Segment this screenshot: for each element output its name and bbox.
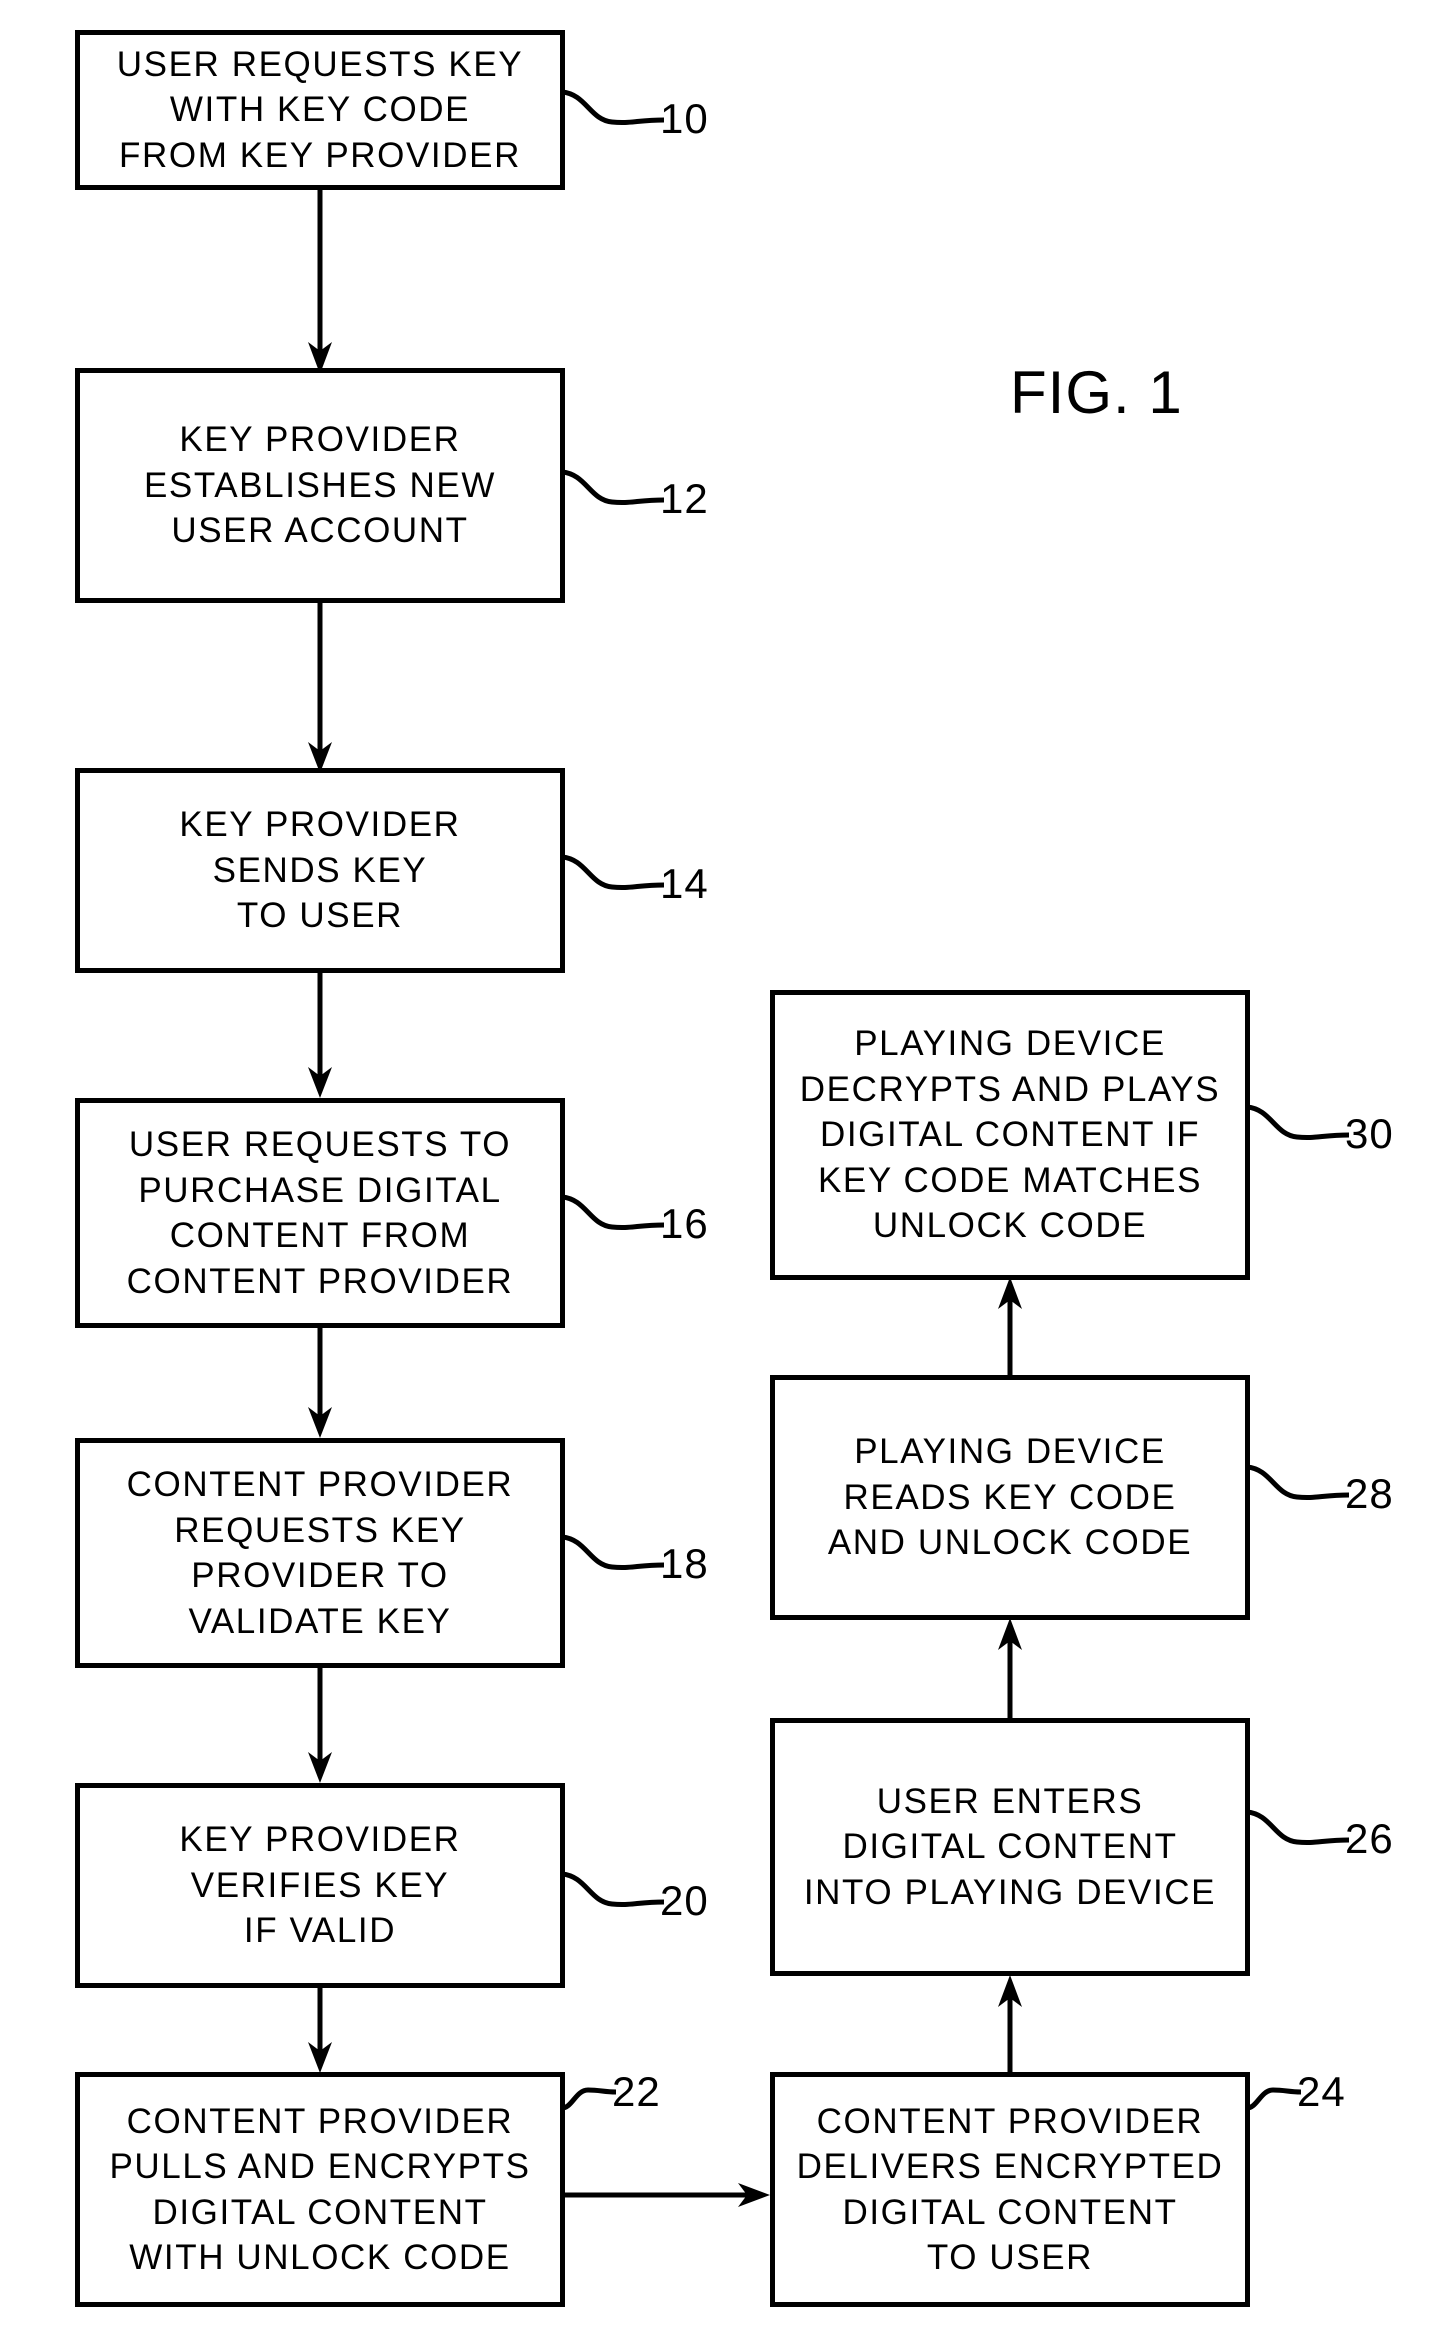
process-box-24-line-3: DIGITAL CONTENT xyxy=(842,2192,1178,2232)
leader-line-10 xyxy=(561,89,665,126)
process-box-30-line-3: DIGITAL CONTENT IF xyxy=(819,1115,1201,1155)
leader-line-18 xyxy=(561,1534,665,1571)
connector-14-to-16 xyxy=(308,970,332,1098)
process-box-20-line-3: IF VALID xyxy=(243,1911,397,1951)
leader-line-14 xyxy=(561,854,665,891)
process-box-28-line-3: AND UNLOCK CODE xyxy=(827,1523,1193,1563)
process-box-22-line-1: CONTENT PROVIDER xyxy=(126,2101,514,2141)
process-box-28: PLAYING DEVICE READS KEY CODE AND UNLOCK… xyxy=(770,1375,1250,1620)
reference-numeral-22: 22 xyxy=(612,2068,661,2115)
process-box-30-line-2: DECRYPTS AND PLAYS xyxy=(799,1069,1221,1109)
reference-numeral-20: 20 xyxy=(660,1877,709,1924)
leader-line-30 xyxy=(1246,1104,1350,1141)
process-box-26-line-2: DIGITAL CONTENT xyxy=(842,1827,1178,1867)
process-box-26-line-1: USER ENTERS xyxy=(876,1781,1144,1821)
process-box-24-line-2: DELIVERS ENCRYPTED xyxy=(796,2147,1224,2186)
reference-numeral-30: 30 xyxy=(1345,1110,1394,1157)
reference-numeral-10: 10 xyxy=(660,95,709,142)
reference-numeral-14: 14 xyxy=(660,860,709,907)
process-box-28-line-2: READS KEY CODE xyxy=(843,1477,1177,1517)
process-box-18: CONTENT PROVIDER REQUESTS KEY PROVIDER T… xyxy=(75,1438,565,1668)
process-box-14-line-3: TO USER xyxy=(236,896,404,936)
process-box-28-line-1: PLAYING DEVICE xyxy=(854,1432,1166,1472)
process-box-10-line-2: WITH KEY CODE xyxy=(169,90,471,130)
process-box-18-line-1: CONTENT PROVIDER xyxy=(126,1465,514,1504)
connector-22-to-24 xyxy=(563,2183,770,2207)
process-box-18-line-4: VALIDATE KEY xyxy=(188,1601,452,1641)
process-box-26: USER ENTERS DIGITAL CONTENT INTO PLAYING… xyxy=(770,1718,1250,1976)
process-box-24-line-1: CONTENT PROVIDER xyxy=(816,2101,1204,2141)
leader-line-16 xyxy=(561,1194,665,1231)
process-box-20: KEY PROVIDER VERIFIES KEY IF VALID xyxy=(75,1783,565,1988)
connector-18-to-20 xyxy=(308,1665,332,1783)
process-box-18-line-3: PROVIDER TO xyxy=(191,1556,449,1595)
process-box-10: USER REQUESTS KEY WITH KEY CODE FROM KEY… xyxy=(75,30,565,190)
process-box-16: USER REQUESTS TO PURCHASE DIGITAL CONTEN… xyxy=(75,1098,565,1328)
process-box-16-line-4: CONTENT PROVIDER xyxy=(126,1261,514,1301)
connector-20-to-22 xyxy=(308,1985,332,2073)
process-box-12-line-1: KEY PROVIDER xyxy=(179,420,461,460)
process-box-14-line-2: SENDS KEY xyxy=(212,850,428,890)
connector-16-to-18 xyxy=(308,1325,332,1438)
reference-numeral-24: 24 xyxy=(1297,2068,1346,2115)
figure-title: FIG. 1 xyxy=(1010,359,1183,426)
reference-numeral-26: 26 xyxy=(1345,1815,1394,1862)
leader-line-22 xyxy=(561,2087,617,2111)
process-box-12-line-2: ESTABLISHES NEW xyxy=(143,465,497,505)
process-box-14: KEY PROVIDER SENDS KEY TO USER xyxy=(75,768,565,973)
process-box-22-line-3: DIGITAL CONTENT xyxy=(152,2192,488,2232)
process-box-10-line-1: USER REQUESTS KEY xyxy=(116,44,524,84)
connector-24-to-26 xyxy=(998,1975,1022,2075)
connector-10-to-12 xyxy=(308,186,332,374)
figure-canvas: FIG. 1 USER REQUESTS KEY WITH KEY CODE F… xyxy=(0,0,1442,2352)
process-box-16-line-2: PURCHASE DIGITAL xyxy=(138,1170,502,1210)
process-box-26-line-3: INTO PLAYING DEVICE xyxy=(803,1872,1217,1912)
process-box-24: CONTENT PROVIDER DELIVERS ENCRYPTED DIGI… xyxy=(770,2072,1250,2307)
process-box-22: CONTENT PROVIDER PULLS AND ENCRYPTS DIGI… xyxy=(75,2072,565,2307)
process-box-22-line-2: PULLS AND ENCRYPTS xyxy=(109,2147,531,2186)
connector-28-to-26 xyxy=(998,1618,1022,1721)
process-box-30-line-5: UNLOCK CODE xyxy=(872,1206,1148,1246)
process-box-18-line-2: REQUESTS KEY xyxy=(174,1510,466,1550)
process-box-20-line-1: KEY PROVIDER xyxy=(179,1820,461,1860)
process-box-12-line-3: USER ACCOUNT xyxy=(171,511,469,551)
connector-28-to-30 xyxy=(998,1277,1022,1377)
reference-numeral-18: 18 xyxy=(660,1540,709,1587)
reference-numeral-16: 16 xyxy=(660,1200,709,1247)
process-box-12: KEY PROVIDER ESTABLISHES NEW USER ACCOUN… xyxy=(75,368,565,603)
process-box-30-line-1: PLAYING DEVICE xyxy=(854,1024,1166,1064)
leader-line-24 xyxy=(1246,2087,1302,2111)
connector-12-to-14 xyxy=(308,600,332,773)
process-box-22-line-4: WITH UNLOCK CODE xyxy=(129,2238,511,2277)
process-box-20-line-2: VERIFIES KEY xyxy=(190,1865,450,1905)
leader-line-20 xyxy=(561,1871,665,1908)
reference-numeral-28: 28 xyxy=(1345,1470,1394,1517)
leader-line-28 xyxy=(1246,1464,1350,1501)
process-box-16-line-1: USER REQUESTS TO xyxy=(128,1125,512,1164)
reference-numeral-12: 12 xyxy=(660,475,709,522)
leader-line-12 xyxy=(561,469,665,506)
process-box-30-line-4: KEY CODE MATCHES xyxy=(817,1160,1203,1200)
process-box-30: PLAYING DEVICE DECRYPTS AND PLAYS DIGITA… xyxy=(770,990,1250,1280)
leader-line-26 xyxy=(1246,1809,1350,1846)
process-box-24-line-4: TO USER xyxy=(926,2238,1094,2277)
process-box-10-line-3: FROM KEY PROVIDER xyxy=(119,135,521,175)
process-box-14-line-1: KEY PROVIDER xyxy=(179,805,461,845)
process-box-16-line-3: CONTENT FROM xyxy=(169,1216,471,1255)
